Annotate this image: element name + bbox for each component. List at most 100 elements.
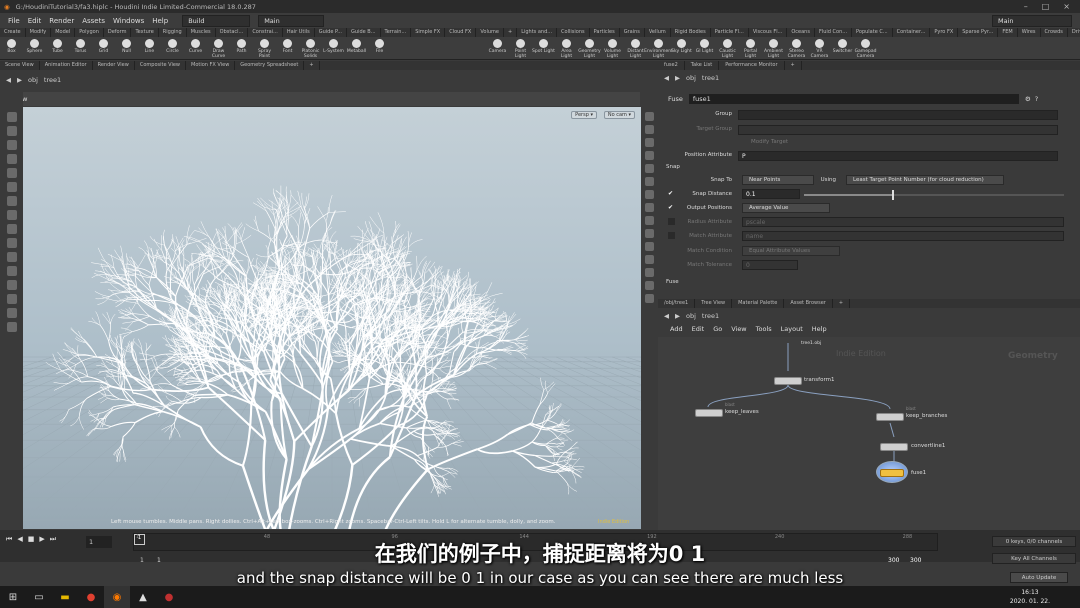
shelf-tab-32[interactable]: FEM [998, 28, 1018, 37]
network-editor[interactable]: Indie Edition Geometry tree1.obj transfo… [658, 337, 1080, 530]
uv-icon[interactable] [645, 190, 654, 199]
path-obj[interactable]: obj [28, 76, 38, 84]
shelf-tool-draw-curve[interactable]: Draw Curve [207, 39, 230, 59]
shelf-tab-10[interactable]: Hair Utils [283, 28, 315, 37]
recorder-icon[interactable]: ● [156, 586, 182, 608]
shelf-tool-gamepad-camera[interactable]: Gamepad Camera [854, 39, 877, 59]
pose-tool-icon[interactable] [6, 182, 17, 192]
network-tab-2[interactable]: Material Palette [732, 299, 785, 308]
maximize-button[interactable]: □ [1042, 2, 1050, 11]
shelf-tool-circle[interactable]: Circle [161, 39, 184, 55]
shelf-tool-platonic-solids[interactable]: Platonic Solids [299, 39, 322, 59]
shelf-tool-portal-light[interactable]: Portal Light [739, 39, 762, 59]
ghost-icon[interactable] [645, 229, 654, 238]
settings-icon[interactable] [6, 322, 17, 332]
paint-tool-icon[interactable] [6, 224, 17, 234]
shelf-tab-33[interactable]: Wires [1018, 28, 1041, 37]
network-menu-item-5[interactable]: Layout [781, 325, 803, 333]
minimize-button[interactable]: – [1024, 2, 1028, 11]
desktop-dropdown[interactable]: Main [258, 14, 325, 27]
shelf-tool-sky-light[interactable]: Sky Light [670, 39, 693, 55]
path-tree1[interactable]: tree1 [44, 76, 61, 84]
group-field[interactable] [738, 110, 1058, 120]
shelf-tool-null[interactable]: Null [115, 39, 138, 55]
backface-icon[interactable] [645, 216, 654, 225]
node-name-field[interactable]: fuse1 [688, 93, 1019, 104]
shelf-tool-ambient-light[interactable]: Ambient Light [762, 39, 785, 59]
build-dropdown[interactable]: Build [182, 14, 251, 27]
magnet-icon[interactable] [6, 266, 17, 276]
shelf-tool-l-system[interactable]: L-System [322, 39, 345, 55]
shelf-tab-23[interactable]: Rigid Bodies [671, 28, 711, 37]
render-region-icon[interactable] [6, 238, 17, 248]
shelf-tool-caustic-light[interactable]: Caustic Light [716, 39, 739, 59]
houdini-icon[interactable]: ◉ [104, 586, 130, 608]
snap-distance-handle[interactable] [892, 190, 895, 200]
normals-icon[interactable] [645, 177, 654, 186]
camera-icon[interactable] [6, 280, 17, 290]
chrome-icon[interactable]: ● [78, 586, 104, 608]
shelf-tool-point-light[interactable]: Point Light [509, 39, 532, 59]
path-obj[interactable]: obj [686, 312, 696, 320]
shelf-tool-vr-camera[interactable]: VR Camera [808, 39, 831, 59]
shelf-tool-volume-light[interactable]: Volume Light [601, 39, 624, 59]
match-tolerance-field[interactable]: 0 [742, 260, 798, 270]
shadow-icon[interactable] [645, 268, 654, 277]
network-menu-item-3[interactable]: View [731, 325, 746, 333]
shelf-tab-15[interactable]: Cloud FX [445, 28, 477, 37]
scene-viewport[interactable]: Persp ▾ No cam ▾ [23, 107, 641, 529]
shelf-tab-27[interactable]: Fluid Con... [815, 28, 853, 37]
rotate-tool-icon[interactable] [6, 140, 17, 150]
shelf-tab-35[interactable]: Drive Sim... [1068, 28, 1080, 37]
shelf-tool-torus[interactable]: Torus [69, 39, 92, 55]
view-tool-icon[interactable] [6, 196, 17, 206]
help-icon[interactable]: ? [1035, 95, 1038, 103]
shelf-tool-curve[interactable]: Curve [184, 39, 207, 55]
path-obj[interactable]: obj [686, 74, 696, 82]
menu-render[interactable]: Render [49, 17, 74, 25]
shelf-tab-30[interactable]: Pyro FX [930, 28, 959, 37]
shelf-tool-sphere[interactable]: Sphere [23, 39, 46, 55]
shelf-tab-31[interactable]: Sparse Pyr... [958, 28, 999, 37]
shelf-tool-spray-paint[interactable]: Spray Paint [253, 39, 276, 59]
shelf-tool-switcher[interactable]: Switcher [831, 39, 854, 55]
points-icon[interactable] [645, 164, 654, 173]
grid-icon[interactable] [645, 203, 654, 212]
shelf-tab-29[interactable]: Container... [893, 28, 931, 37]
shelf-tab-9[interactable]: Constrai... [248, 28, 283, 37]
flipbook-icon[interactable] [6, 252, 17, 262]
network-menu-item-1[interactable]: Edit [692, 325, 705, 333]
shelf-tool-box[interactable]: Box [0, 39, 23, 55]
shelf-tab-1[interactable]: Modify [26, 28, 52, 37]
output-positions-menu[interactable]: Average Value [742, 203, 830, 213]
shelf-tool-environment-light[interactable]: Environment Light [644, 39, 673, 59]
viewer-tab-4[interactable]: Motion FX View [186, 61, 236, 70]
shelf-tool-geometry-light[interactable]: Geometry Light [578, 39, 601, 59]
node-fuse1-selected[interactable] [876, 461, 908, 483]
shelf-tab-13[interactable]: Terrain... [381, 28, 412, 37]
forward-icon[interactable]: ▶ [17, 76, 22, 84]
shelf-tab-7[interactable]: Muscles [187, 28, 216, 37]
persp-menu[interactable]: Persp ▾ [571, 111, 597, 119]
snap-tool-icon[interactable] [6, 210, 17, 220]
shelf-tab-12[interactable]: Guide B... [347, 28, 381, 37]
shelf-tab-20[interactable]: Particles [590, 28, 620, 37]
shelf-tab-2[interactable]: Model [51, 28, 76, 37]
menu-edit[interactable]: Edit [28, 17, 42, 25]
light-display-icon[interactable] [645, 255, 654, 264]
target-group-field[interactable] [738, 125, 1058, 135]
shelf-tool-metaball[interactable]: Metaball [345, 39, 368, 55]
viewer-tab-1[interactable]: Animation Editor [40, 61, 93, 70]
snap-section[interactable]: Snap [666, 164, 680, 170]
shelf-tab-4[interactable]: Deform [104, 28, 132, 37]
network-menu-item-6[interactable]: Help [812, 325, 827, 333]
shelf-tool-grid[interactable]: Grid [92, 39, 115, 55]
gear-icon[interactable]: ⚙ [1025, 95, 1031, 103]
param-tab-3[interactable]: + [785, 61, 802, 70]
back-icon[interactable]: ◀ [664, 312, 669, 320]
shelf-tab-16[interactable]: Volume [476, 28, 504, 37]
network-tab-4[interactable]: + [833, 299, 851, 308]
move-tool-icon[interactable] [6, 126, 17, 136]
network-menu-item-4[interactable]: Tools [756, 325, 772, 333]
shelf-tool-file[interactable]: File [368, 39, 391, 55]
